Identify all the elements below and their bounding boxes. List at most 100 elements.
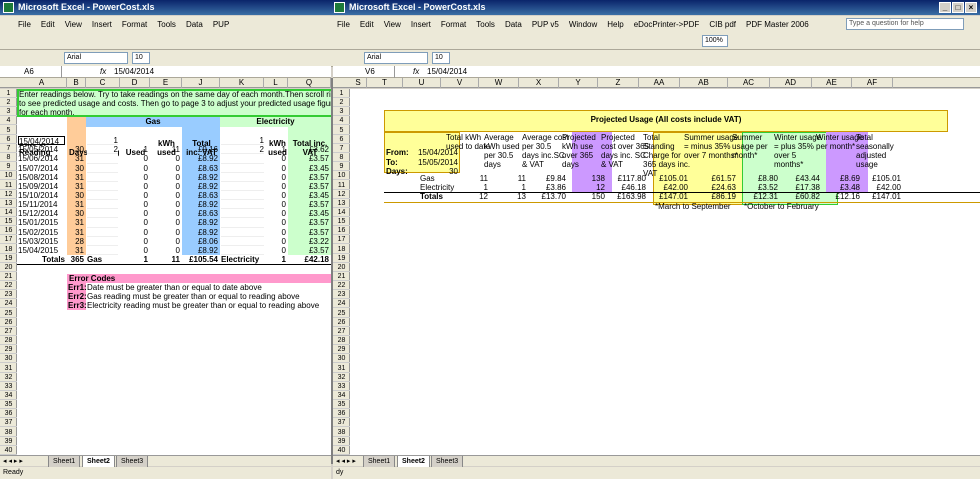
row-header-26[interactable]: 26 [333,318,350,327]
row-header-4[interactable]: 4 [333,116,350,126]
font-size-box[interactable]: 10 [132,52,150,64]
data-cell[interactable]: £8.63 [183,164,218,173]
menu-right-4[interactable]: Format [441,20,466,29]
data-cell[interactable]: 0 [151,237,180,246]
formula-input-2[interactable]: 15/04/2014 [427,66,467,78]
menu-right-10[interactable]: eDocPrinter->PDF [634,20,700,29]
row-header-40[interactable]: 40 [333,446,350,455]
column-header-S[interactable]: S [350,78,367,88]
row-header-28[interactable]: 28 [0,336,17,346]
data-cell[interactable]: £8.63 [183,191,218,200]
column-header-W[interactable]: W [479,78,519,88]
data-cell[interactable] [221,154,264,164]
help-search-input[interactable]: Type a question for help [846,18,964,30]
column-header-C[interactable]: C [86,78,120,88]
data-cell[interactable] [221,163,264,173]
menu-right-11[interactable]: CIB pdf [709,20,736,29]
row-header-7[interactable]: 7 [333,144,350,153]
menu-2[interactable]: View [65,20,82,29]
data-cell[interactable] [87,218,118,228]
column-header-L[interactable]: L [264,78,288,88]
row-header-40[interactable]: 40 [0,446,17,455]
data-cell[interactable]: 0 [151,200,180,209]
data-cell[interactable] [87,245,118,256]
menu-6[interactable]: Data [186,20,203,29]
data-cell[interactable] [87,200,118,210]
data-cell[interactable]: 0 [151,164,180,173]
row-header-18[interactable]: 18 [333,245,350,254]
data-cell[interactable]: £8.63 [183,209,218,218]
column-header-AF[interactable]: AF [852,78,893,88]
data-cell[interactable]: 0 [267,228,286,237]
data-cell[interactable]: 0 [151,191,180,200]
row-header-1[interactable]: 1 [0,89,17,98]
row-header-29[interactable]: 29 [333,345,350,355]
row-header-33[interactable]: 33 [0,382,17,391]
menu-5[interactable]: Tools [157,20,176,29]
formula-input[interactable]: 15/04/2014 [114,66,154,78]
data-cell[interactable]: 0 [267,218,286,227]
menu-4[interactable]: Format [122,20,147,29]
data-cell[interactable]: £3.45 [289,164,329,173]
menu-right-7[interactable]: PUP v5 [532,20,559,29]
reading-date-cell[interactable]: 15/05/2014 [18,145,65,154]
reading-date-cell[interactable]: 15/12/2014 [18,209,65,218]
row-header-38[interactable]: 38 [0,428,17,437]
row-header-37[interactable]: 37 [0,418,17,428]
menu-right-8[interactable]: Window [569,20,597,29]
row-header-1[interactable]: 1 [333,89,350,98]
data-cell[interactable]: £8.92 [183,218,218,227]
data-cell[interactable] [221,227,264,237]
row-header-23[interactable]: 23 [333,290,350,300]
data-cell[interactable]: 0 [121,228,148,237]
data-cell[interactable]: 0 [121,218,148,227]
data-cell[interactable] [221,191,264,201]
name-box-2[interactable]: V6 [335,66,395,78]
data-cell[interactable]: 31 [68,173,84,182]
row-header-28[interactable]: 28 [333,336,350,346]
data-cell[interactable] [87,227,118,237]
row-header-39[interactable]: 39 [333,437,350,446]
column-header-E[interactable]: E [150,78,182,88]
data-cell[interactable]: 1 [121,145,148,154]
column-header-X[interactable]: X [519,78,559,88]
data-cell[interactable]: 0 [151,246,180,255]
row-header-35[interactable]: 35 [0,400,17,410]
data-cell[interactable]: £3.57 [289,218,329,227]
row-header-8[interactable]: 8 [0,153,17,163]
data-cell[interactable] [87,154,118,164]
column-header-D[interactable]: D [120,78,150,88]
data-cell[interactable]: 30 [68,164,84,173]
data-cell[interactable] [289,136,329,145]
menu-3[interactable]: Insert [92,20,112,29]
data-cell[interactable] [221,172,264,182]
row-header-3[interactable]: 3 [333,107,350,117]
font-name-box-2[interactable]: Arial [364,52,428,64]
tab-nav-arrows[interactable]: ◂ ◂ ▸ ▸ [3,456,23,467]
data-cell[interactable]: 1 [221,136,264,146]
row-header-14[interactable]: 14 [333,208,350,217]
font-size-box-2[interactable]: 10 [432,52,450,64]
data-cell[interactable]: 0 [151,228,180,237]
menu-right-6[interactable]: Data [505,20,522,29]
column-header-Z[interactable]: Z [598,78,639,88]
data-cell[interactable]: 0 [267,182,286,191]
reading-date-cell[interactable]: 15/01/2015 [18,218,65,227]
tab-nav-arrows[interactable]: ◂ ◂ ▸ ▸ [336,456,356,467]
data-cell[interactable]: £8.06 [183,237,218,246]
row-header-22[interactable]: 22 [333,281,350,291]
data-cell[interactable]: 31 [68,154,84,163]
row-header-38[interactable]: 38 [333,428,350,437]
row-header-23[interactable]: 23 [0,290,17,300]
column-header-T[interactable]: T [367,78,403,88]
column-header-V[interactable]: V [441,78,479,88]
row-header-31[interactable]: 31 [333,364,350,373]
data-cell[interactable]: 0 [121,173,148,182]
data-cell[interactable]: 31 [68,218,84,227]
data-cell[interactable]: 0 [267,154,286,163]
font-name-box[interactable]: Arial [64,52,128,64]
data-cell[interactable]: 2 [221,145,264,155]
row-header-30[interactable]: 30 [0,354,17,364]
row-header-24[interactable]: 24 [0,299,17,309]
data-cell[interactable] [221,209,264,219]
